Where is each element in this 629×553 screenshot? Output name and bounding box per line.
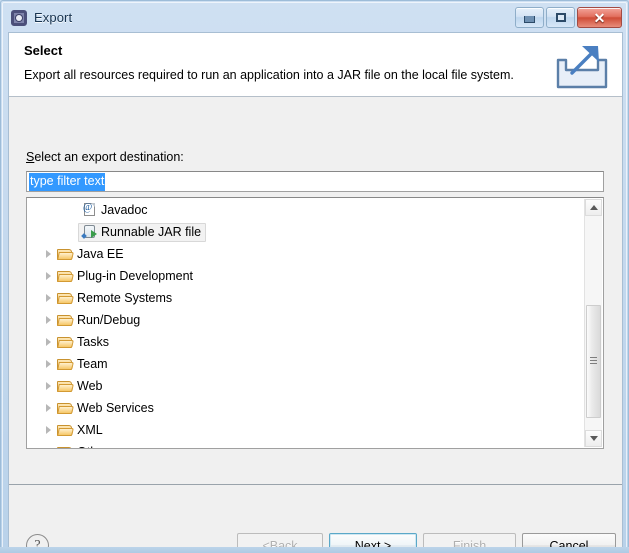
- window-title: Export: [34, 10, 73, 25]
- export-banner-icon: [556, 46, 608, 89]
- scroll-up-icon: [589, 205, 598, 210]
- tree-item[interactable]: XML: [27, 419, 585, 441]
- folder-icon: [56, 402, 74, 415]
- folder-icon: [56, 314, 74, 327]
- scrollbar-thumb[interactable]: [586, 305, 601, 418]
- wizard-banner: Select Export all resources required to …: [9, 33, 622, 97]
- folder-icon: [56, 248, 74, 261]
- close-button[interactable]: ✕: [577, 7, 622, 28]
- scrollbar-grip-icon: [590, 357, 597, 366]
- destination-label: Select an export destination:: [26, 150, 184, 164]
- export-wizard-icon: [11, 9, 27, 26]
- tree-item-label: Web: [77, 379, 103, 393]
- expand-arrow-icon[interactable]: [40, 272, 56, 280]
- window-bottom-edge: [0, 547, 629, 553]
- tree-item-selection: Runnable JAR file: [78, 222, 207, 242]
- page-description: Export all resources required to run an …: [24, 68, 514, 82]
- tree-item[interactable]: Remote Systems: [27, 287, 585, 309]
- close-icon: ✕: [593, 9, 606, 26]
- expand-arrow-icon[interactable]: [40, 404, 56, 412]
- expand-arrow-icon[interactable]: [40, 382, 56, 390]
- filter-input[interactable]: type filter text: [26, 171, 604, 192]
- tree-item[interactable]: Java EE: [27, 243, 585, 265]
- expand-arrow-icon[interactable]: [40, 360, 56, 368]
- tree-rows-container: @ Javadoc Runnable JAR file Java EE Plug-in …: [27, 199, 585, 449]
- chevron-right-icon: [45, 250, 51, 258]
- tree-item[interactable]: Web Services: [27, 397, 585, 419]
- chevron-right-icon: [45, 360, 51, 368]
- folder-icon: [56, 380, 74, 393]
- export-wizard-screenshot: Export ✕ Select Export all resources req…: [0, 0, 629, 553]
- folder-icon: [56, 270, 74, 283]
- export-destination-tree[interactable]: @ Javadoc Runnable JAR file Java EE Plug-in …: [26, 197, 604, 449]
- dialog-body: Select an export destination: type filte…: [9, 97, 622, 484]
- scroll-up-button[interactable]: [585, 199, 602, 216]
- folder-icon: [56, 336, 74, 349]
- chevron-right-icon: [45, 338, 51, 346]
- folder-icon: [56, 424, 74, 437]
- minimize-button[interactable]: [515, 7, 544, 28]
- chevron-right-icon: [45, 294, 51, 302]
- scroll-down-button[interactable]: [585, 430, 602, 447]
- tree-item[interactable]: Team: [27, 353, 585, 375]
- tree-vertical-scrollbar[interactable]: [584, 199, 602, 447]
- tree-item[interactable]: Tasks: [27, 331, 585, 353]
- expand-arrow-icon[interactable]: [40, 250, 56, 258]
- scroll-down-icon: [589, 436, 598, 441]
- filter-input-value: type filter text: [29, 172, 106, 191]
- tree-item-label: Javadoc: [101, 203, 148, 217]
- expand-arrow-icon[interactable]: [40, 316, 56, 324]
- folder-icon: [56, 446, 74, 448]
- tree-item[interactable]: @ Javadoc: [27, 199, 585, 221]
- tree-item-label: Java EE: [77, 247, 124, 261]
- expand-arrow-icon[interactable]: [40, 338, 56, 346]
- folder-icon: [56, 292, 74, 305]
- window-controls: ✕: [515, 7, 622, 28]
- expand-arrow-icon[interactable]: [40, 426, 56, 434]
- chevron-right-icon: [46, 448, 51, 449]
- tree-item[interactable]: Plug-in Development: [27, 265, 585, 287]
- minimize-icon: [524, 16, 535, 23]
- maximize-button[interactable]: [546, 7, 575, 28]
- tree-item-label: XML: [77, 423, 103, 437]
- page-title: Select: [24, 43, 63, 58]
- tree-item[interactable]: Other: [27, 441, 585, 449]
- title-bar[interactable]: Export ✕: [3, 3, 628, 32]
- tree-item-label: Remote Systems: [77, 291, 173, 305]
- tree-item-label: Plug-in Development: [77, 269, 194, 283]
- tree-item-label: Web Services: [77, 401, 154, 415]
- tree-item[interactable]: Run/Debug: [27, 309, 585, 331]
- expand-arrow-icon[interactable]: [40, 448, 56, 449]
- dialog-client-area: Select Export all resources required to …: [8, 32, 623, 553]
- tree-item[interactable]: Web: [27, 375, 585, 397]
- chevron-right-icon: [45, 382, 51, 390]
- tree-item-label: Runnable JAR file: [101, 225, 202, 239]
- javadoc-icon: @: [80, 202, 98, 217]
- chevron-right-icon: [45, 272, 51, 280]
- chevron-right-icon: [45, 426, 51, 434]
- tree-item[interactable]: Runnable JAR file: [27, 221, 585, 243]
- jar-file-icon: [80, 225, 98, 239]
- tree-item-label: Team: [77, 357, 108, 371]
- chevron-right-icon: [45, 404, 51, 412]
- tree-item-label: Tasks: [77, 335, 109, 349]
- export-dialog-window: Export ✕ Select Export all resources req…: [0, 0, 629, 553]
- chevron-right-icon: [45, 316, 51, 324]
- folder-icon: [56, 358, 74, 371]
- tree-item-label: Other: [74, 445, 108, 448]
- tree-item-label: Run/Debug: [77, 313, 141, 327]
- expand-arrow-icon[interactable]: [40, 294, 56, 302]
- destination-label-text: elect an export destination:: [34, 150, 184, 164]
- button-bar: ? < Back Next > Finish Cancel: [9, 485, 622, 553]
- maximize-icon: [555, 13, 566, 22]
